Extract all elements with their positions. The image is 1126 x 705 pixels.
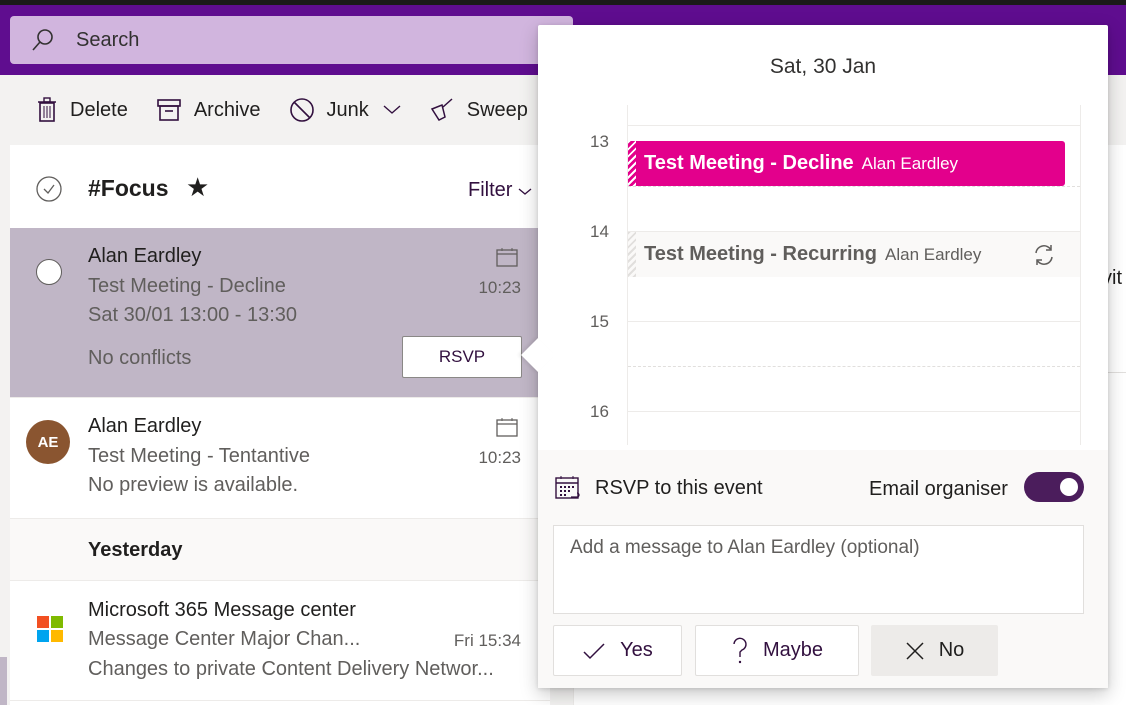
filter-label: Filter (468, 179, 513, 201)
folder-title: #Focus (88, 175, 169, 201)
close-icon (906, 641, 924, 660)
message-placeholder: Add a message to Alan Eardley (optional) (570, 537, 920, 558)
delete-button[interactable]: Delete (36, 97, 128, 123)
archive-button[interactable]: Archive (156, 98, 261, 122)
hour-label: 15 (590, 312, 609, 331)
event-organizer: Alan Eardley (861, 153, 959, 173)
rsvp-maybe-button[interactable]: Maybe (695, 625, 859, 676)
toggle-knob (1060, 478, 1078, 496)
no-label: No (938, 639, 965, 661)
message-item[interactable]: AE Alan Eardley Test Meeting - Tentantiv… (10, 398, 550, 519)
message-subject: Test Meeting - Decline (88, 275, 286, 297)
microsoft-logo-icon (37, 616, 63, 642)
meeting-time: Sat 30/01 13:00 - 13:30 (88, 304, 298, 326)
calendar-event-decline[interactable]: Test Meeting - Decline Alan Eardley (628, 141, 1065, 186)
sweep-label: Sweep (466, 98, 528, 121)
tentative-hatch (628, 141, 636, 186)
rsvp-no-button[interactable]: No (871, 625, 998, 676)
event-organizer: Alan Eardley (885, 244, 982, 264)
broom-icon (430, 98, 453, 121)
calendar-icon (496, 248, 518, 267)
rsvp-button[interactable]: RSVP (402, 336, 522, 378)
grid-line (628, 125, 1080, 126)
trash-icon (38, 97, 56, 122)
message-item[interactable]: Alan Eardley Test Meeting - Decline Sat … (10, 228, 550, 398)
email-organiser-label: Email organiser (869, 478, 1008, 500)
search-placeholder: Search (76, 28, 140, 51)
received-time: 10:23 (478, 278, 521, 297)
sender-name: Microsoft 365 Message center (88, 599, 356, 621)
message-subject: Test Meeting - Tentantive (88, 445, 310, 467)
rsvp-heading: RSVP to this event (555, 475, 763, 501)
chevron-down-icon (518, 188, 532, 195)
question-icon (733, 637, 747, 663)
calendar-reply-icon (555, 476, 580, 499)
sender-name: Alan Eardley (88, 245, 202, 267)
block-icon (289, 98, 314, 122)
hour-label: 14 (590, 222, 609, 241)
nav-selection-marker (0, 657, 7, 705)
search-box[interactable]: Search (10, 16, 573, 64)
select-message-radio[interactable] (36, 259, 62, 285)
calendar-icon (496, 418, 518, 437)
message-list: #Focus ★ Filter Alan Eardley Test Meetin… (10, 145, 550, 705)
group-header: Yesterday (10, 519, 550, 581)
conflict-status: No conflicts (88, 347, 192, 369)
sender-name: Alan Eardley (88, 415, 202, 437)
day-calendar-preview: 13 14 15 16 Test Meeting - Decline Alan … (538, 105, 1108, 450)
chevron-down-icon (383, 105, 401, 114)
message-subject: Message Center Major Chan... (88, 628, 361, 650)
rsvp-yes-button[interactable]: Yes (553, 625, 682, 676)
archive-label: Archive (193, 98, 261, 121)
rsvp-message-input[interactable]: Add a message to Alan Eardley (optional) (553, 525, 1084, 614)
email-organiser-toggle[interactable] (1024, 472, 1084, 502)
sweep-button[interactable]: Sweep (429, 97, 528, 123)
avatar: AE (26, 420, 70, 464)
grid-line (628, 321, 1080, 322)
junk-label: Junk (326, 98, 369, 121)
checkmark-icon (583, 642, 605, 659)
junk-button[interactable]: Junk (289, 97, 401, 123)
archive-icon (157, 99, 181, 121)
favorite-star-icon[interactable]: ★ (186, 172, 209, 203)
hour-label: 16 (590, 402, 609, 421)
calendar-event-recurring[interactable]: Test Meeting - Recurring Alan Eardley (628, 232, 1080, 277)
rsvp-heading-label: RSVP to this event (595, 476, 763, 499)
event-title: Test Meeting - Decline (644, 152, 854, 174)
recurring-icon (1035, 245, 1053, 265)
grid-line (628, 186, 1080, 187)
event-title: Test Meeting - Recurring (644, 243, 877, 265)
message-list-header: #Focus ★ Filter (10, 145, 550, 228)
rsvp-callout: Sat, 30 Jan 13 14 15 16 Test Meeting - D… (521, 25, 1108, 688)
message-preview: Changes to private Content Delivery Netw… (88, 658, 494, 680)
grid-line (628, 366, 1080, 367)
group-label: Yesterday (88, 539, 183, 561)
received-time: Fri 15:34 (453, 631, 521, 650)
tentative-hatch (628, 232, 636, 277)
yes-label: Yes (620, 639, 653, 661)
message-preview: No preview is available. (88, 474, 299, 496)
filter-button[interactable]: Filter (468, 179, 532, 202)
rsvp-section: RSVP to this event Email organiser Add a… (538, 450, 1108, 688)
search-icon (32, 29, 53, 51)
maybe-label: Maybe (762, 639, 824, 661)
delete-label: Delete (70, 98, 128, 121)
left-nav-edge (0, 145, 10, 705)
hour-label: 13 (590, 132, 609, 151)
calendar-date-heading: Sat, 30 Jan (769, 55, 877, 78)
select-all-checkbox[interactable] (36, 176, 62, 202)
received-time: 10:23 (478, 448, 521, 467)
message-item[interactable]: Microsoft 365 Message center Message Cen… (10, 581, 550, 701)
grid-line (628, 411, 1080, 412)
